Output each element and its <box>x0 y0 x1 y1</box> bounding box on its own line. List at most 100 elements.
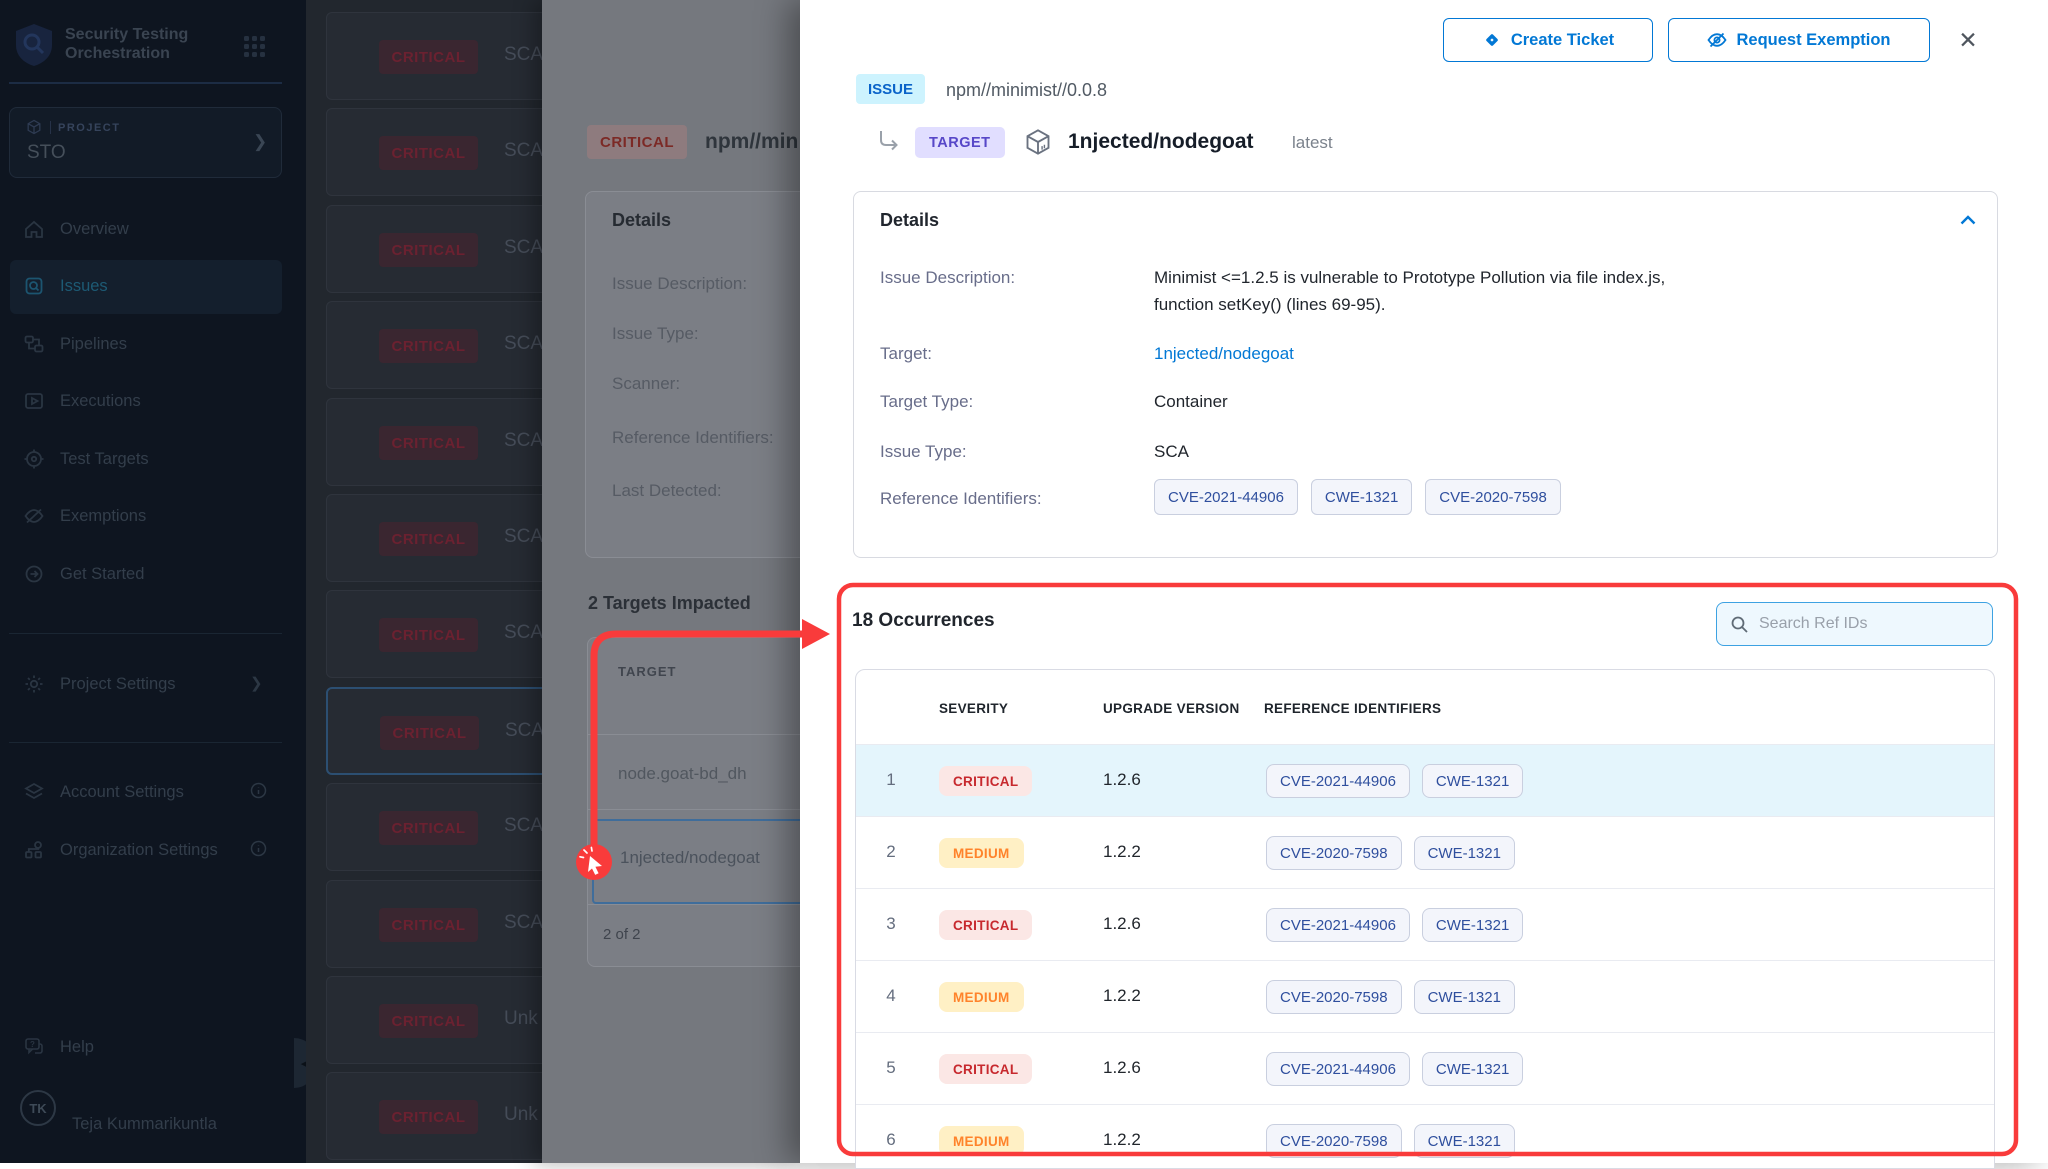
severity-badge: MEDIUM <box>939 1126 1024 1156</box>
sidebar-item-project-settings[interactable]: Project Settings ❯ <box>0 658 306 712</box>
sidebar-item-test-targets[interactable]: Test Targets <box>0 433 306 487</box>
issue-list-item[interactable]: CRITICALUnk <box>326 976 542 1064</box>
reference-identifiers: CVE-2020-7598 CWE-1321 <box>1266 1124 1515 1158</box>
ref-chip[interactable]: CVE-2021-44906 <box>1266 764 1410 798</box>
issue-type: SCA <box>504 912 542 934</box>
issue-type-value: SCA <box>1154 442 1189 462</box>
search-input[interactable] <box>1759 603 1984 645</box>
ref-chip[interactable]: CVE-2020-7598 <box>1266 980 1402 1014</box>
issue-list-item[interactable]: CRITICALSCA <box>326 783 542 871</box>
targets-impacted-heading: 2 Targets Impacted <box>588 593 751 614</box>
chevron-up-icon[interactable] <box>1959 214 1977 226</box>
column-header: REFERENCE IDENTIFIERS <box>1264 701 1441 716</box>
field-label: Issue Description: <box>612 274 747 294</box>
issue-type: Unk <box>504 1104 538 1126</box>
occurrence-row[interactable]: 1CRITICAL1.2.6CVE-2021-44906CWE-1321 <box>856 744 1994 816</box>
issue-list-item[interactable]: CRITICALSCA <box>326 494 542 582</box>
issue-list-item[interactable]: CRITICAL SCA <box>326 880 542 968</box>
severity-badge: MEDIUM <box>939 982 1024 1012</box>
issue-type: SCA <box>504 44 542 66</box>
targets-table: TARGET node.goat-bd_dh 1njected/nodegoat… <box>587 637 800 967</box>
close-icon[interactable]: ✕ <box>1952 24 1984 56</box>
target-occurrences-drawer: Create Ticket Request Exemption ✕ ISSUE … <box>800 0 2048 1163</box>
ref-chip[interactable]: CWE-1321 <box>1414 1124 1515 1158</box>
org-hierarchy-icon <box>23 839 45 861</box>
occurrence-row[interactable]: 5CRITICAL1.2.6CVE-2021-44906CWE-1321 <box>856 1032 1994 1104</box>
issues-list-panel: CRITICAL SCA CRITICAL SCA CRITICAL SCA CRITICA… <box>306 0 542 1163</box>
severity-badge: CRITICAL <box>379 908 478 942</box>
issue-list-item[interactable]: CRITICALSCA <box>326 398 542 486</box>
sidebar-item-help[interactable]: ? Help <box>0 1021 306 1075</box>
occurrence-row[interactable]: 6MEDIUM1.2.2CVE-2020-7598CWE-1321 <box>856 1104 1994 1169</box>
module-grid-icon[interactable] <box>244 36 268 60</box>
target-link[interactable]: 1njected/nodegoat <box>1154 344 1294 364</box>
target-row[interactable]: node.goat-bd_dh <box>618 764 747 784</box>
app-title: Security Testing Orchestration <box>65 25 215 63</box>
pipelines-icon <box>23 333 45 355</box>
ref-chip[interactable]: CVE-2020-7598 <box>1425 479 1561 515</box>
upgrade-version: 1.2.6 <box>1103 770 1141 790</box>
sidebar-item-issues[interactable]: Issues <box>0 260 306 314</box>
ref-chip[interactable]: CVE-2021-44906 <box>1266 908 1410 942</box>
ref-chip[interactable]: CWE-1321 <box>1422 764 1523 798</box>
ref-chip[interactable]: CWE-1321 <box>1414 980 1515 1014</box>
field-label: Target Type: <box>880 392 973 412</box>
sidebar-item-user[interactable]: TK Teja Kummarikuntla <box>0 1098 306 1152</box>
issue-list-item[interactable]: CRITICALUnk <box>326 1072 542 1160</box>
target-name: 1njected/nodegoat <box>1068 130 1254 154</box>
layers-icon <box>23 781 45 803</box>
search-icon <box>1730 615 1750 635</box>
issue-list-item[interactable]: CRITICALSCA <box>326 687 542 775</box>
issue-details-panel: CRITICAL npm//min Details Issue Descript… <box>542 0 800 1163</box>
sidebar-item-account-settings[interactable]: Account Settings <box>0 766 306 820</box>
target-row-selected[interactable]: 1njected/nodegoat <box>592 819 800 904</box>
project-selector[interactable]: PROJECT STO ❯ <box>9 107 282 178</box>
column-header: SEVERITY <box>939 701 1008 716</box>
ref-chip[interactable]: CVE-2021-44906 <box>1154 479 1298 515</box>
issue-type: SCA <box>504 140 542 162</box>
ref-chip[interactable]: CVE-2020-7598 <box>1266 1124 1402 1158</box>
sidebar-item-executions[interactable]: Executions <box>0 375 306 429</box>
ref-chip[interactable]: CVE-2020-7598 <box>1266 836 1402 870</box>
severity-badge: CRITICAL <box>379 618 478 652</box>
request-exemption-button[interactable]: Request Exemption <box>1668 18 1930 62</box>
target-column-header: TARGET <box>618 664 676 679</box>
sidebar-item-overview[interactable]: Overview <box>0 203 306 257</box>
severity-badge: CRITICAL <box>379 136 478 170</box>
severity-badge: CRITICAL <box>379 426 478 460</box>
sidebar-item-pipelines[interactable]: Pipelines <box>0 318 306 372</box>
executions-icon <box>23 390 45 412</box>
upgrade-version: 1.2.2 <box>1103 842 1141 862</box>
sidebar: Security Testing Orchestration PROJECT S… <box>0 0 306 1163</box>
issue-list-item[interactable]: CRITICALSCA <box>326 301 542 389</box>
chevron-right-icon: ❯ <box>253 132 267 152</box>
get-started-icon <box>23 563 45 585</box>
occurrence-row[interactable]: 2MEDIUM1.2.2CVE-2020-7598CWE-1321 <box>856 816 1994 888</box>
ref-chip[interactable]: CWE-1321 <box>1414 836 1515 870</box>
reference-identifiers: CVE-2021-44906 CWE-1321 <box>1266 764 1523 798</box>
sidebar-item-organization-settings[interactable]: Organization Settings <box>0 824 306 878</box>
upgrade-version: 1.2.2 <box>1103 1130 1141 1150</box>
sidebar-item-get-started[interactable]: Get Started <box>0 548 306 602</box>
info-icon <box>250 782 267 799</box>
field-label: Scanner: <box>612 374 680 394</box>
create-ticket-button[interactable]: Create Ticket <box>1443 18 1653 62</box>
issue-list-item[interactable]: CRITICALSCA <box>326 205 542 293</box>
occurrence-row[interactable]: 4MEDIUM1.2.2CVE-2020-7598CWE-1321 <box>856 960 1994 1032</box>
issue-list-item[interactable]: CRITICAL SCA <box>326 108 542 196</box>
row-number: 3 <box>871 914 911 934</box>
issue-badge: ISSUE <box>856 74 925 104</box>
issues-icon <box>23 275 45 297</box>
sidebar-item-exemptions[interactable]: Exemptions <box>0 490 306 544</box>
ref-chip[interactable]: CVE-2021-44906 <box>1266 1052 1410 1086</box>
ref-chip[interactable]: CWE-1321 <box>1422 908 1523 942</box>
ticket-diamond-icon <box>1482 30 1502 50</box>
project-label: PROJECT <box>58 122 120 134</box>
upgrade-version: 1.2.6 <box>1103 914 1141 934</box>
occurrences-body: 1CRITICAL1.2.6CVE-2021-44906CWE-13212MED… <box>856 744 1994 1169</box>
ref-chip[interactable]: CWE-1321 <box>1422 1052 1523 1086</box>
issue-list-item[interactable]: CRITICALSCA <box>326 590 542 678</box>
occurrence-row[interactable]: 3CRITICAL1.2.6CVE-2021-44906CWE-1321 <box>856 888 1994 960</box>
ref-chip[interactable]: CWE-1321 <box>1311 479 1412 515</box>
issue-list-item[interactable]: CRITICALSCA <box>326 12 542 100</box>
